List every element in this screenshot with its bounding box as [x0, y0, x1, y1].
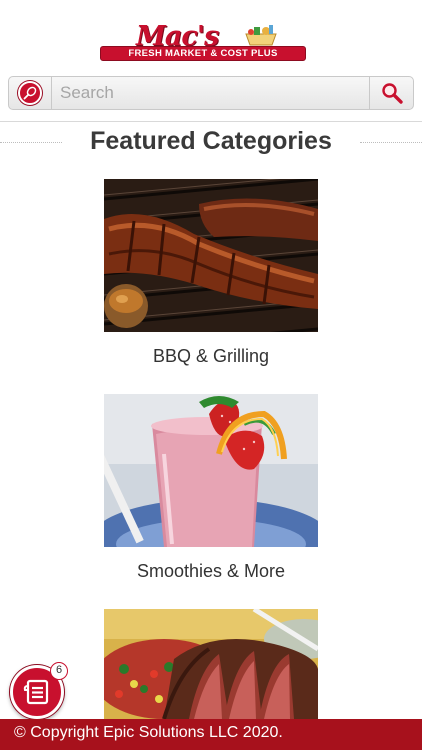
basket-icon	[245, 25, 277, 46]
logo-tagline: FRESH MARKET & COST PLUS	[100, 46, 306, 61]
title-rule-right	[360, 142, 422, 143]
category-label[interactable]: BBQ & Grilling	[54, 345, 368, 367]
category-card-smoothies[interactable]: Smoothies & More	[104, 394, 318, 581]
sliced-steak-photo[interactable]	[104, 609, 318, 719]
whisk-icon	[18, 81, 42, 105]
menu-button[interactable]	[9, 77, 52, 109]
section-title: Featured Categories	[90, 127, 332, 155]
category-card-bbq[interactable]: BBQ & Grilling	[104, 179, 318, 366]
copyright-footer: © Copyright Epic Solutions LLC 2020.	[0, 719, 422, 750]
search-bar	[8, 76, 414, 110]
list-icon	[23, 679, 49, 705]
magnifier-icon	[381, 83, 403, 104]
category-label[interactable]: Smoothies & More	[54, 560, 368, 582]
section-header: Featured Categories	[0, 126, 422, 156]
search-button[interactable]	[369, 77, 413, 109]
grilled-ribs-photo[interactable]	[104, 179, 318, 332]
store-logo[interactable]: Mac's FRESH MARKET & COST PLUS	[100, 22, 306, 62]
search-input[interactable]	[52, 77, 369, 109]
header-divider	[0, 121, 422, 122]
list-count-badge: 6	[50, 662, 68, 680]
category-card-steak[interactable]	[104, 609, 318, 719]
strawberry-smoothie-photo[interactable]	[104, 394, 318, 547]
